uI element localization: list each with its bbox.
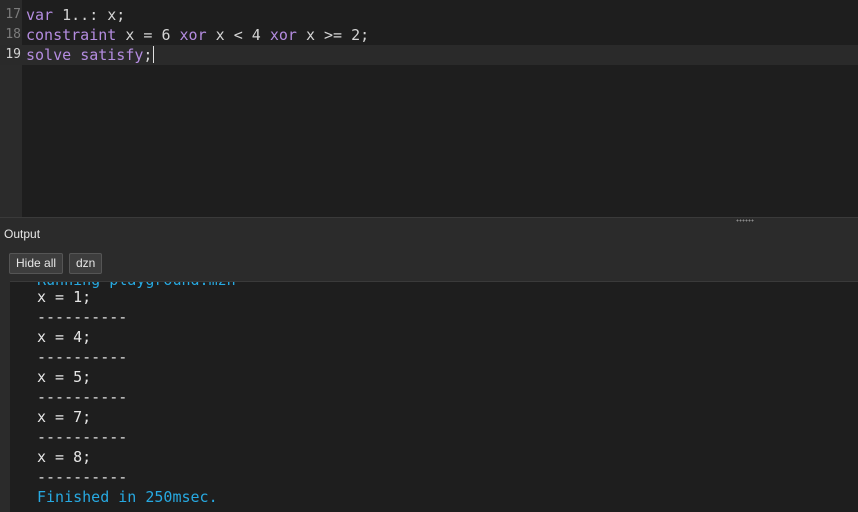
code-line[interactable]: 18 constraint x = 6 xor x < 4 xor x >= 2; (0, 25, 858, 45)
output-panel: Output Hide all dzn Running playground.m… (0, 222, 858, 512)
hide-all-button[interactable]: Hide all (9, 253, 64, 274)
output-separator: ---------- (37, 388, 128, 406)
keyword-token: constraint (26, 26, 117, 44)
code-token: x >= 2; (296, 26, 370, 44)
output-result-line: x = 7; (37, 408, 92, 426)
output-separator: ---------- (37, 348, 128, 366)
code-text: solve satisfy; (26, 45, 155, 65)
code-token: x < 4 (206, 26, 270, 44)
output-title: Output (4, 227, 41, 241)
code-text: var 1..: x; (26, 5, 125, 25)
code-token: ; (143, 46, 153, 64)
output-result-line: x = 4; (37, 328, 92, 346)
code-token: x = 6 (116, 26, 180, 44)
code-line[interactable]: 17 var 1..: x; (0, 5, 858, 25)
code-editor[interactable]: 17 var 1..: x; 18 constraint x = 6 xor x < … (0, 0, 858, 217)
keyword-token: xor (269, 26, 297, 44)
keyword-token: var (26, 6, 54, 24)
output-separator: ---------- (37, 468, 128, 486)
code-text: constraint x = 6 xor x < 4 xor x >= 2; (26, 25, 369, 45)
line-number: 18 (5, 27, 21, 42)
output-separator: ---------- (37, 428, 128, 446)
output-result-line: x = 8; (37, 448, 92, 466)
output-status-line: Finished in 250msec. (37, 488, 218, 506)
ide-window: 17 var 1..: x; 18 constraint x = 6 xor x < … (0, 0, 858, 512)
code-token: 1..: x; (53, 6, 126, 24)
line-number: 19 (5, 47, 21, 62)
output-result-line: x = 5; (37, 368, 92, 386)
keyword-token: xor (179, 26, 207, 44)
line-number: 17 (5, 7, 21, 22)
code-line[interactable]: 19 solve satisfy; (0, 45, 858, 65)
text-cursor (153, 46, 155, 63)
keyword-token: solve (26, 46, 72, 64)
keyword-token: satisfy (80, 46, 144, 64)
dzn-button[interactable]: dzn (69, 253, 103, 274)
output-result-line: x = 1; (37, 288, 92, 306)
output-separator: ---------- (37, 308, 128, 326)
output-console[interactable]: Running playground.mzn x = 1;----------x… (10, 281, 858, 512)
